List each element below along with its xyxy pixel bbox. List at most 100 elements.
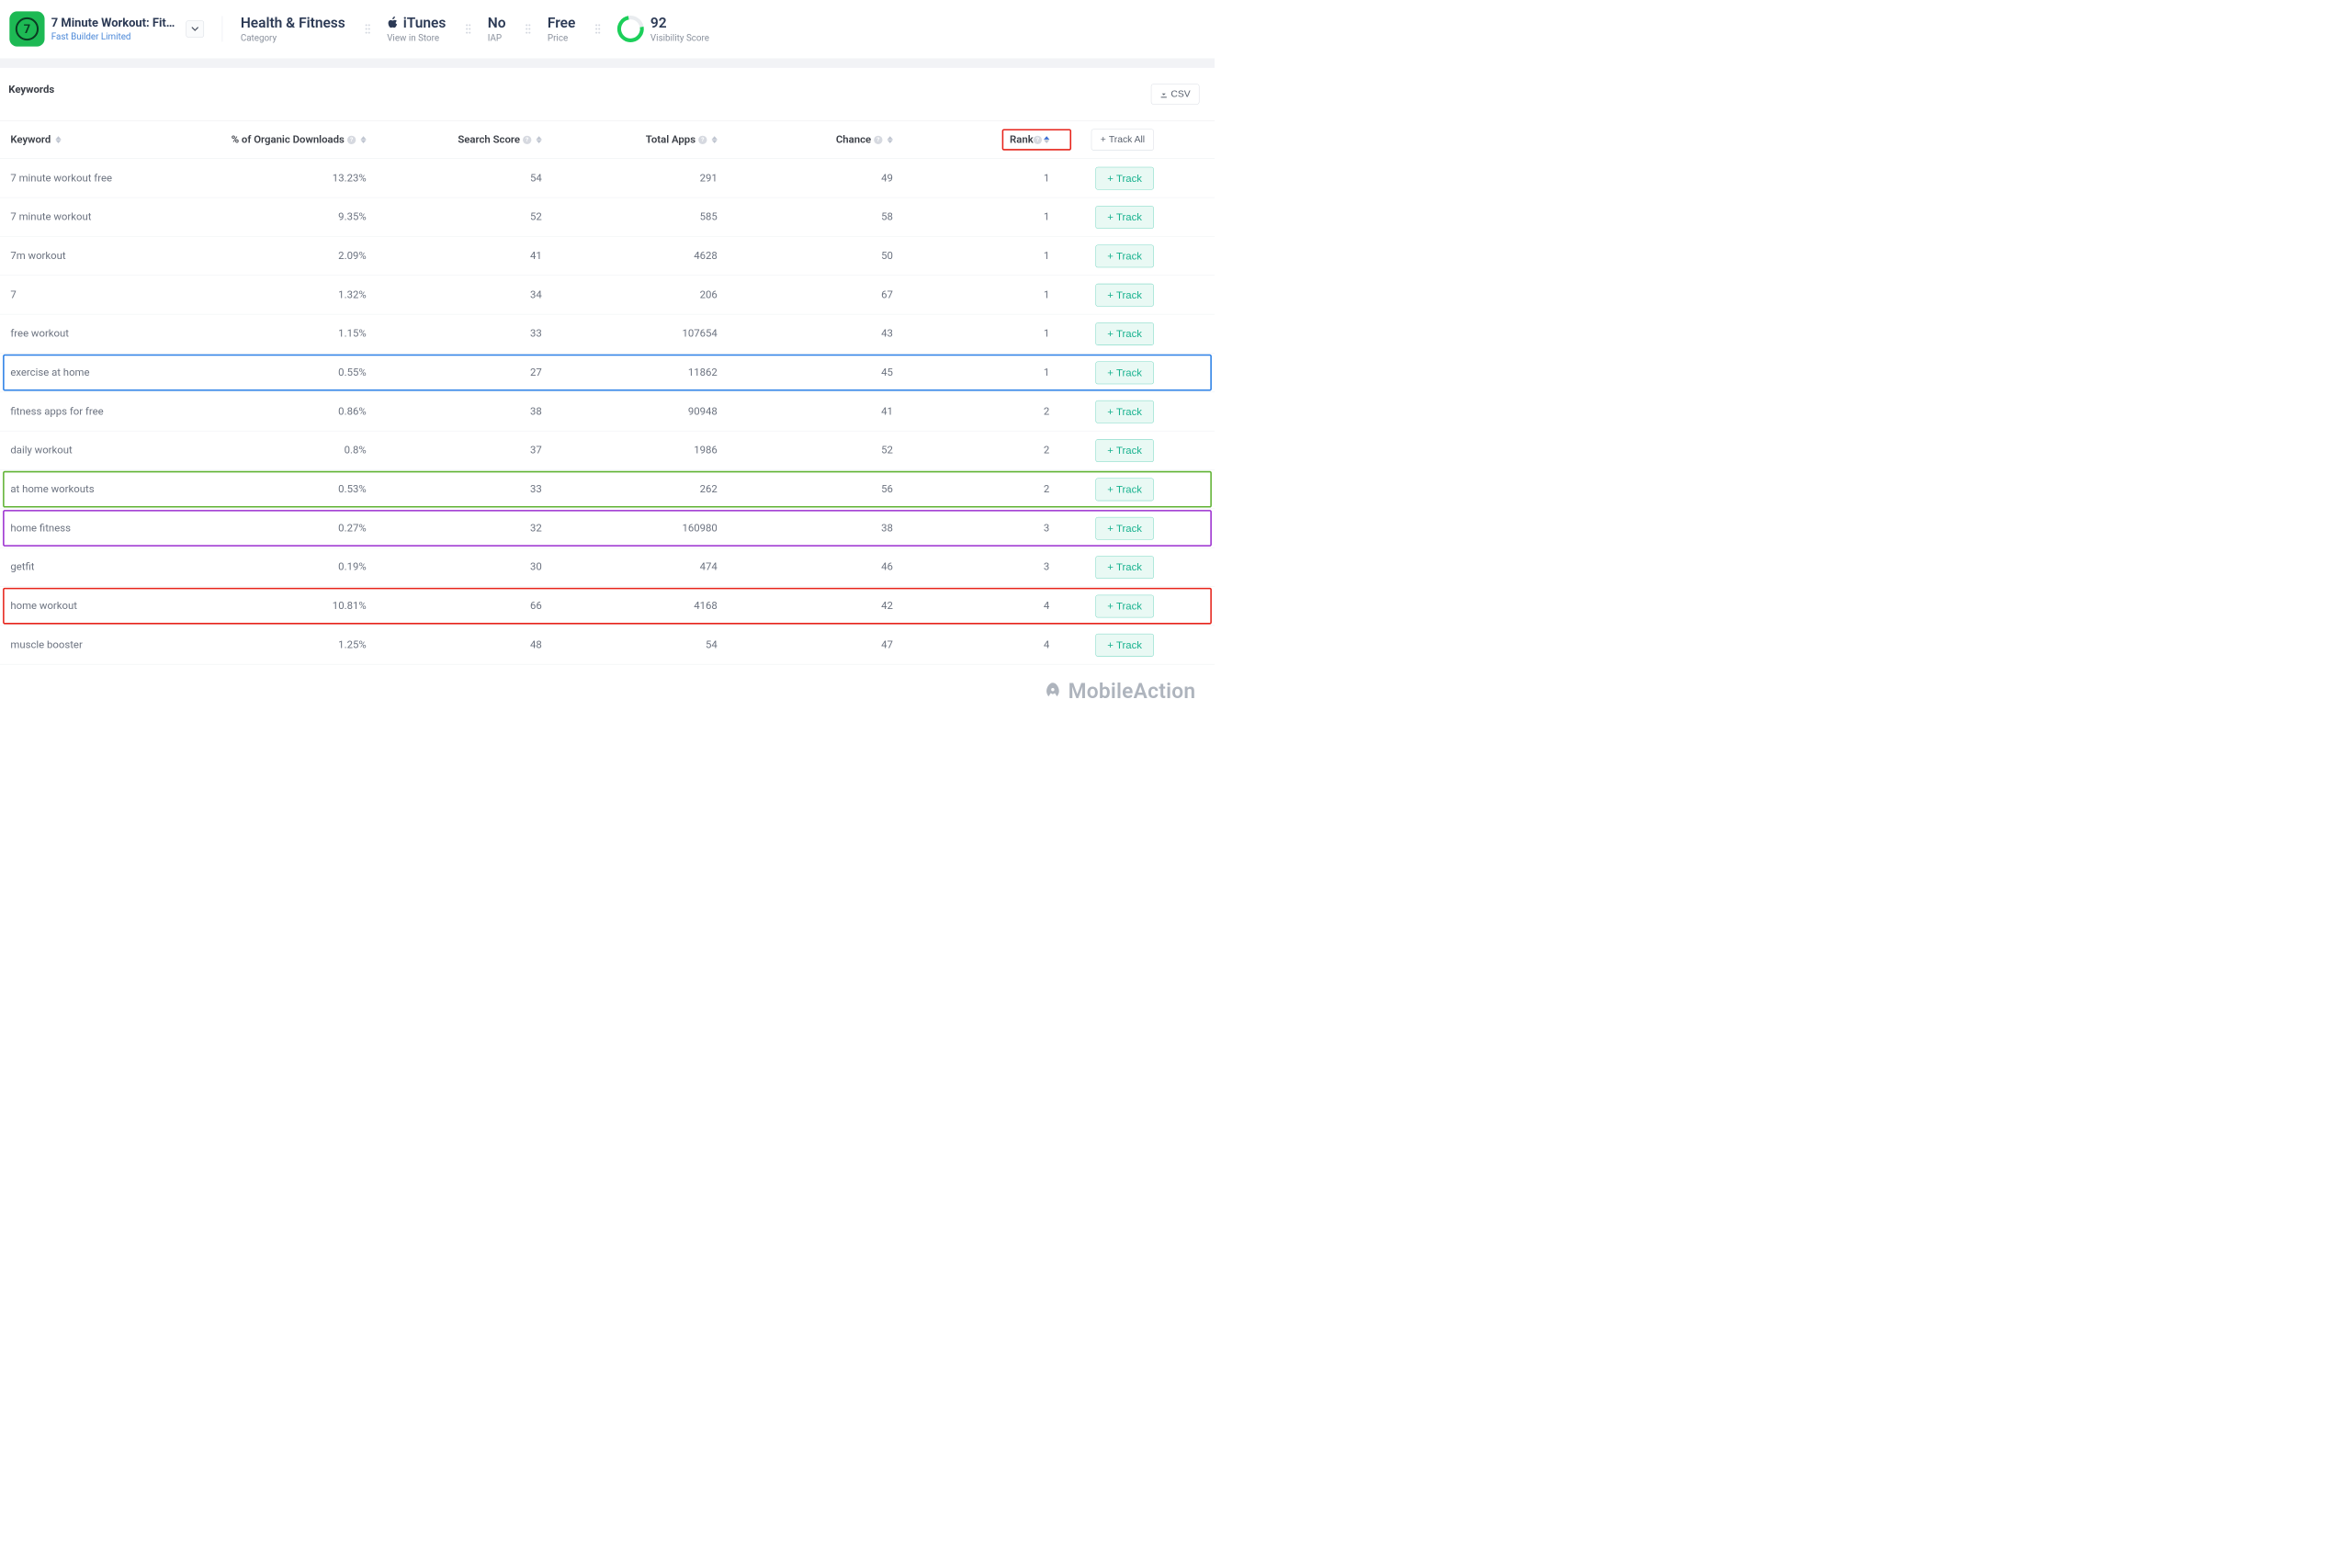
drag-handle-icon — [363, 24, 368, 33]
metric-label: Price — [548, 32, 575, 43]
col-total-apps[interactable]: Total Apps ? — [542, 134, 718, 146]
cell-chance: 46 — [718, 561, 893, 573]
cell-rank: 1 — [893, 288, 1049, 300]
cell-chance: 56 — [718, 483, 893, 495]
help-icon[interactable]: ? — [874, 135, 882, 143]
cell-organic: 0.27% — [186, 523, 366, 535]
separator — [222, 17, 223, 42]
col-search[interactable]: Search Score ? — [367, 134, 542, 146]
table-row: at home workouts 0.53% 33 262 56 2 +Trac… — [0, 470, 1215, 509]
track-button[interactable]: +Track — [1095, 517, 1154, 540]
app-dropdown-button[interactable] — [186, 20, 204, 38]
col-chance[interactable]: Chance ? — [718, 134, 893, 146]
cell-organic: 1.32% — [186, 288, 366, 300]
table-row: muscle booster 1.25% 48 54 47 4 +Track — [0, 626, 1215, 664]
cell-chance: 38 — [718, 523, 893, 535]
metric-label: Category — [241, 32, 345, 43]
cell-total-apps: 585 — [542, 211, 718, 223]
track-button[interactable]: +Track — [1095, 594, 1154, 617]
cell-search: 52 — [367, 211, 542, 223]
plus-icon: + — [1107, 638, 1114, 650]
app-publisher-link[interactable]: Fast Builder Limited — [51, 31, 179, 42]
cell-keyword: 7 minute workout — [10, 211, 186, 223]
metric-label: Visibility Score — [650, 32, 709, 43]
cell-total-apps: 474 — [542, 561, 718, 573]
table-row: exercise at home 0.55% 27 11862 45 1 +Tr… — [0, 354, 1215, 392]
export-csv-button[interactable]: CSV — [1151, 84, 1200, 104]
metric-price: Free Price — [548, 15, 575, 43]
app-icon: 7 — [9, 11, 44, 46]
cell-keyword: exercise at home — [10, 367, 186, 378]
track-button[interactable]: +Track — [1095, 478, 1154, 501]
cell-keyword: getfit — [10, 561, 186, 573]
track-button[interactable]: +Track — [1095, 439, 1154, 462]
metric-value: 92 — [650, 15, 709, 31]
cell-track: +Track — [1049, 634, 1154, 657]
cell-keyword: 7m workout — [10, 250, 186, 262]
keywords-table: Keyword % of Organic Downloads ? Search … — [0, 121, 1215, 665]
table-row: home fitness 0.27% 32 160980 38 3 +Track — [0, 509, 1215, 547]
track-button[interactable]: +Track — [1095, 556, 1154, 579]
section-title: Keywords — [8, 84, 54, 96]
cell-rank: 2 — [893, 406, 1049, 418]
cell-total-apps: 206 — [542, 288, 718, 300]
cell-chance: 41 — [718, 406, 893, 418]
app-info: 7 Minute Workout: Fitn... Fast Builder L… — [51, 17, 179, 42]
cell-total-apps: 4168 — [542, 600, 718, 612]
help-icon[interactable]: ? — [347, 135, 356, 143]
track-button[interactable]: +Track — [1095, 361, 1154, 384]
cell-total-apps: 4628 — [542, 250, 718, 262]
cell-organic: 1.15% — [186, 328, 366, 340]
help-icon[interactable]: ? — [523, 135, 531, 143]
track-button[interactable]: +Track — [1095, 400, 1154, 423]
cell-search: 27 — [367, 367, 542, 378]
plus-icon: + — [1107, 600, 1114, 612]
cell-track: +Track — [1049, 361, 1154, 384]
sort-icon — [55, 136, 61, 143]
track-button[interactable]: +Track — [1095, 284, 1154, 307]
cell-search: 38 — [367, 406, 542, 418]
cell-track: +Track — [1049, 517, 1154, 540]
col-keyword[interactable]: Keyword — [10, 134, 186, 146]
cell-total-apps: 262 — [542, 483, 718, 495]
cell-total-apps: 107654 — [542, 328, 718, 340]
metric-store[interactable]: iTunes View in Store — [387, 15, 446, 43]
drag-handle-icon — [464, 24, 469, 33]
help-icon[interactable]: ? — [1034, 135, 1042, 143]
app-title: 7 Minute Workout: Fitn... — [51, 17, 179, 30]
cell-rank: 1 — [893, 250, 1049, 262]
col-organic[interactable]: % of Organic Downloads ? — [186, 134, 366, 146]
track-button[interactable]: +Track — [1095, 634, 1154, 657]
cell-total-apps: 291 — [542, 172, 718, 184]
col-track: + Track All — [1049, 129, 1154, 150]
table-header: Keyword % of Organic Downloads ? Search … — [0, 121, 1215, 159]
plus-icon: + — [1107, 483, 1114, 495]
cell-organic: 0.55% — [186, 367, 366, 378]
plus-icon: + — [1107, 405, 1114, 417]
cell-rank: 1 — [893, 328, 1049, 340]
cell-track: +Track — [1049, 478, 1154, 501]
track-button[interactable]: +Track — [1095, 244, 1154, 267]
metric-value: No — [488, 15, 506, 31]
table-row: 7m workout 2.09% 41 4628 50 1 +Track — [0, 237, 1215, 276]
track-button[interactable]: +Track — [1095, 206, 1154, 229]
progress-ring-icon — [612, 10, 649, 47]
cell-keyword: home workout — [10, 600, 186, 612]
col-rank[interactable]: Rank ? — [893, 134, 1049, 146]
metric-value: Health & Fitness — [241, 15, 345, 31]
cell-chance: 52 — [718, 445, 893, 457]
metric-value: iTunes — [387, 15, 446, 31]
track-button[interactable]: +Track — [1095, 322, 1154, 345]
cell-track: +Track — [1049, 284, 1154, 307]
cell-chance: 47 — [718, 639, 893, 651]
help-icon[interactable]: ? — [698, 135, 707, 143]
cell-keyword: home fitness — [10, 523, 186, 535]
cell-rank: 1 — [893, 211, 1049, 223]
track-all-button[interactable]: + Track All — [1091, 129, 1154, 150]
cell-organic: 13.23% — [186, 172, 366, 184]
cell-organic: 0.53% — [186, 483, 366, 495]
cell-track: +Track — [1049, 556, 1154, 579]
track-button[interactable]: +Track — [1095, 167, 1154, 190]
cell-rank: 4 — [893, 639, 1049, 651]
table-row: getfit 0.19% 30 474 46 3 +Track — [0, 547, 1215, 586]
